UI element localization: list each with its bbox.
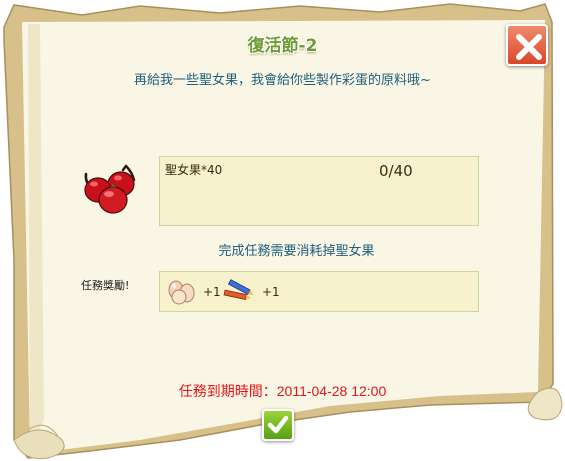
deadline-text: 任務到期時間：2011-04-28 12:00 — [0, 381, 565, 401]
consume-note: 完成任務需要消耗掉聖女果 — [218, 244, 375, 259]
requirement-progress: 0/40 — [379, 162, 413, 180]
requirement-label: 聖女果*40 — [165, 163, 223, 177]
checkmark-icon — [267, 415, 289, 434]
reward-quantity: +1 — [203, 285, 221, 299]
reward-panel: +1 +1 — [159, 271, 479, 312]
dialog-subtitle: 再給我一些聖女果，我會給你些製作彩蛋的原料哦~ — [134, 73, 431, 88]
reward-quantity: +1 — [262, 285, 280, 299]
reward-label: 任務獎勵! — [81, 279, 130, 292]
close-icon — [516, 34, 542, 60]
cherry-tomato-icon — [84, 164, 136, 214]
deadline-value: 2011-04-28 12:00 — [276, 383, 387, 399]
eggs-icon — [168, 280, 195, 305]
close-button[interactable] — [506, 24, 548, 66]
confirm-button[interactable] — [262, 409, 294, 441]
requirement-panel: 聖女果*40 0/40 — [159, 156, 479, 226]
paint-crayons-icon — [223, 279, 254, 301]
dialog-title: 復活節-2 — [247, 36, 318, 56]
deadline-label: 任務到期時間： — [178, 383, 277, 399]
